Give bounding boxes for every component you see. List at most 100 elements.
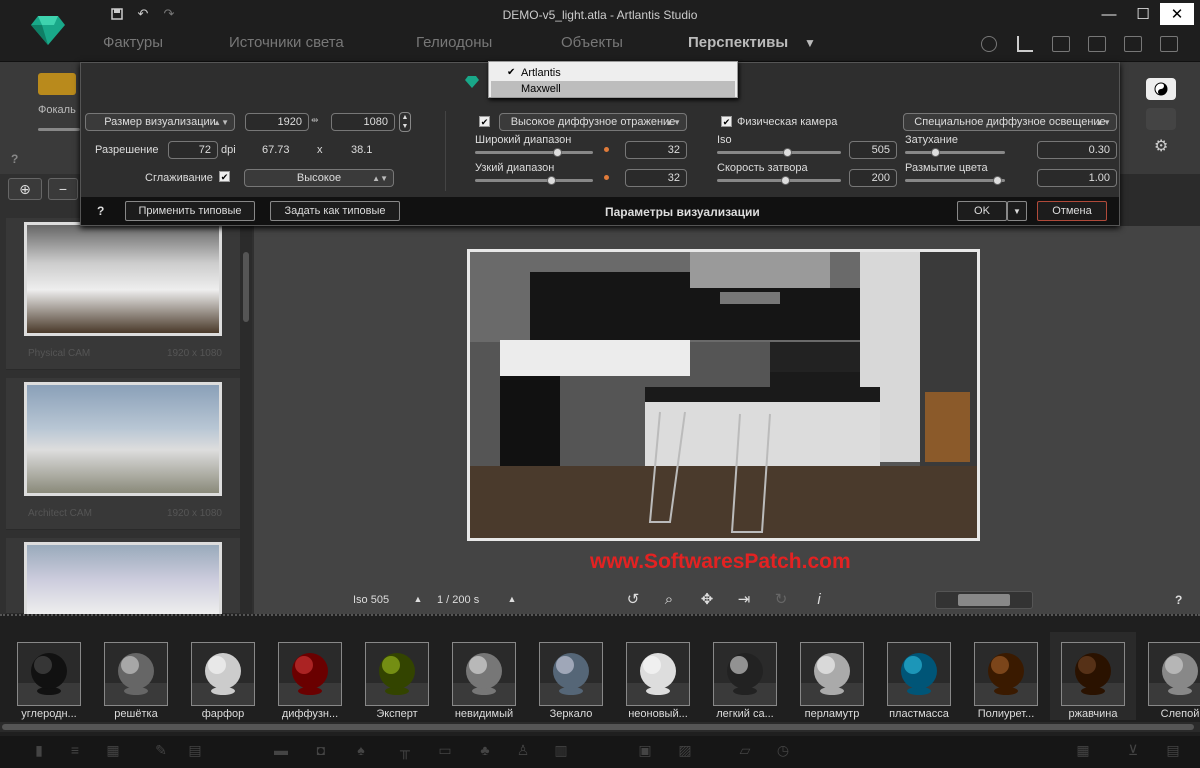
walk-icon[interactable]: ⇥ (735, 591, 753, 609)
material-swatch[interactable] (800, 642, 864, 706)
sofa-icon[interactable]: ▬ (272, 742, 290, 758)
physical-camera-checkbox[interactable]: ✔ (721, 116, 732, 127)
diffuse-reflection-select[interactable]: Высокое диффузное отражение ▲▼ (499, 113, 687, 131)
material-swatch[interactable] (365, 642, 429, 706)
folder-icon[interactable]: ▱ (736, 742, 754, 758)
special-diffuse-select[interactable]: Специальное диффузное освещение ▲▼ (903, 113, 1117, 131)
camera-icon[interactable] (1088, 36, 1106, 52)
list-view-icon[interactable]: ▦ (1074, 742, 1092, 758)
dialog-help-icon[interactable]: ? (97, 204, 104, 218)
history-icon[interactable]: ◷ (774, 742, 792, 758)
left-help-icon[interactable]: ? (11, 152, 18, 166)
zoom-icon[interactable]: ⌕ (660, 591, 678, 609)
cart-icon[interactable]: ⊻ (1124, 742, 1142, 758)
yin-yang-icon[interactable] (1146, 78, 1176, 100)
person-icon[interactable]: ♙ (514, 742, 532, 758)
car-icon[interactable]: ▭ (436, 742, 454, 758)
gear-icon[interactable]: ⚙ (1154, 136, 1172, 155)
minimize-button[interactable]: — (1094, 3, 1124, 25)
menu-item-maxwell[interactable]: Maxwell (491, 81, 735, 97)
shutter-slider[interactable] (717, 176, 841, 185)
paint-roller-icon[interactable]: ▮ (30, 742, 48, 758)
wide-range-slider[interactable] (475, 148, 593, 157)
remove-camera-button[interactable]: − (48, 178, 78, 200)
material-swatch[interactable] (1148, 642, 1200, 706)
material-swatch[interactable] (1061, 642, 1125, 706)
smoothing-checkbox[interactable]: ✔ (219, 171, 230, 182)
cancel-button[interactable]: Отмена (1037, 201, 1107, 221)
menu-item-artlantis[interactable]: ✔ Artlantis (491, 65, 735, 81)
color-picker-icon[interactable] (1146, 108, 1176, 130)
narrow-range-input[interactable]: 32 (625, 169, 687, 187)
add-camera-button[interactable]: ⊕ (8, 178, 42, 200)
tab-textures[interactable]: Фактуры (103, 34, 163, 51)
narrow-range-slider[interactable] (475, 176, 593, 185)
tab-lights[interactable]: Источники света (229, 34, 344, 51)
iso-slider[interactable] (717, 148, 841, 157)
diffuse-checkbox[interactable]: ✔ (479, 116, 490, 127)
set-default-button[interactable]: Задать как типовые (270, 201, 400, 221)
material-swatch[interactable] (887, 642, 951, 706)
focal-slider[interactable] (38, 128, 80, 131)
thumbnails-scrollbar[interactable] (240, 222, 252, 614)
fullscreen-icon[interactable] (1160, 36, 1178, 52)
pan-icon[interactable]: ✥ (698, 591, 716, 609)
zoom-slider[interactable] (935, 591, 1033, 609)
material-swatch[interactable] (452, 642, 516, 706)
catalog-icon[interactable]: ▤ (1164, 742, 1182, 758)
material-swatch[interactable] (104, 642, 168, 706)
color-bleed-input[interactable]: 1.00 (1037, 169, 1117, 187)
material-swatch[interactable] (278, 642, 342, 706)
material-swatch[interactable] (713, 642, 777, 706)
attenuation-slider[interactable] (905, 148, 1005, 157)
material-swatch[interactable] (626, 642, 690, 706)
brush-icon[interactable]: ✎ (152, 742, 170, 758)
focal-icon[interactable] (38, 73, 76, 95)
maximize-button[interactable]: ☐ (1128, 3, 1158, 25)
size-stepper[interactable]: ▲ ▼ (399, 112, 411, 132)
layers-icon[interactable] (1052, 36, 1070, 52)
building-icon[interactable]: ▥ (552, 742, 570, 758)
leaf-icon[interactable]: ♣ (476, 742, 494, 758)
list-item[interactable]: Physical CAM 1920 x 1080 (6, 218, 240, 370)
tab-objects[interactable]: Объекты (561, 34, 623, 51)
link-icon[interactable]: ⇹ (311, 115, 319, 126)
ok-dropdown-button[interactable]: ▼ (1007, 201, 1027, 221)
axes-icon[interactable] (1017, 36, 1033, 52)
material-swatch[interactable] (539, 642, 603, 706)
grid-icon[interactable]: ▤ (186, 742, 204, 758)
height-input[interactable]: 1080 (331, 113, 395, 131)
shutter-input[interactable]: 200 (849, 169, 897, 187)
dpi-input[interactable]: 72 (168, 141, 218, 159)
crop-icon[interactable] (1124, 36, 1142, 52)
clock-icon[interactable] (981, 36, 997, 52)
render-size-select[interactable]: Размер визуализации ▲▼ (85, 113, 235, 131)
list-item[interactable] (6, 538, 240, 614)
shutter-up-icon[interactable]: ▲ (503, 590, 521, 608)
texture-icon[interactable]: ≡ (66, 742, 84, 758)
wide-range-input[interactable]: 32 (625, 141, 687, 159)
ok-button[interactable]: OK (957, 201, 1007, 221)
tab-perspectives[interactable]: Перспективы (688, 34, 788, 51)
image-icon[interactable]: ▨ (676, 742, 694, 758)
lamp-icon[interactable]: ♠ (352, 742, 370, 758)
list-item[interactable]: Architect CAM 1920 x 1080 (6, 378, 240, 530)
attenuation-input[interactable]: 0.30 (1037, 141, 1117, 159)
wall-icon[interactable]: ▦ (104, 742, 122, 758)
viewport-help-icon[interactable]: ? (1175, 593, 1182, 607)
material-swatch[interactable] (191, 642, 255, 706)
iso-input[interactable]: 505 (849, 141, 897, 159)
color-bleed-slider[interactable] (905, 176, 1005, 185)
apply-default-button[interactable]: Применить типовые (125, 201, 255, 221)
close-button[interactable]: ✕ (1160, 3, 1194, 25)
tab-heliodons[interactable]: Гелиодоны (416, 34, 492, 51)
material-swatch[interactable] (17, 642, 81, 706)
picture-frame-icon[interactable]: ▣ (636, 742, 654, 758)
iso-up-icon[interactable]: ▲ (409, 590, 427, 608)
smoothing-select[interactable]: Высокое ▲▼ (244, 169, 394, 187)
info-icon[interactable]: i (810, 591, 828, 609)
perspectives-dropdown-icon[interactable]: ▼ (804, 36, 816, 50)
material-swatch[interactable] (974, 642, 1038, 706)
cup-icon[interactable]: ◘ (312, 742, 330, 758)
width-input[interactable]: 1920 (245, 113, 309, 131)
